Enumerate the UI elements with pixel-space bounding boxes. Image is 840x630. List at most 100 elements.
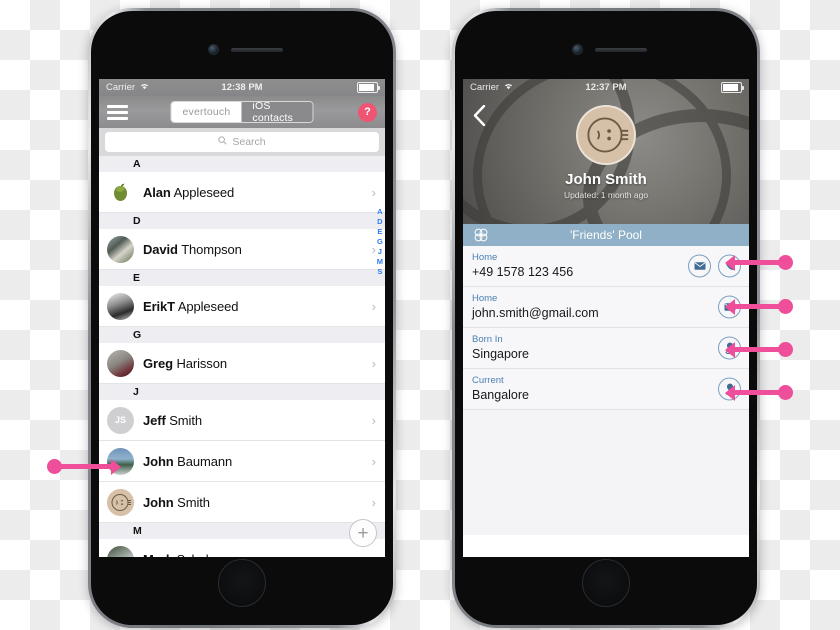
field-home-email[interactable]: Home john.smith@gmail.com [463,287,749,328]
annotation-arrow-born-in [725,341,793,358]
contact-last-name: Appleseed [177,298,239,314]
annotation-arrowhead [725,384,735,401]
section-header-g: G [99,327,385,343]
contact-row-greg-harisson[interactable]: Greg Harisson › [99,343,385,384]
contact-row-alan-appleseed[interactable]: Alan Appleseed › [99,172,385,213]
section-header-e: E [99,270,385,286]
contact-last-name: Smith [169,412,202,428]
battery-full-icon [721,82,744,93]
contact-row-mark-schulz[interactable]: Mark Schulz › [99,539,385,557]
alpha-index-m[interactable]: M [377,257,383,267]
contact-name: Mark Schulz [143,552,215,558]
help-button[interactable]: ? [358,102,377,122]
contact-first-name: ErikT [143,298,176,314]
field-value: john.smith@gmail.com [472,306,599,320]
contact-last-name: Harisson [176,355,227,371]
contact-fields: Home +49 1578 123 456 Home john.smith@gm… [463,246,749,535]
profile-updated: Updated: 1 month ago [563,190,649,200]
front-camera-icon [573,45,582,54]
chevron-right-icon: › [371,355,376,371]
contact-name: Jeff Smith [143,413,202,428]
contact-name: David Thompson [143,242,242,257]
contact-first-name: Greg [143,355,173,371]
avatar [107,292,134,320]
add-contact-button[interactable]: + [349,519,377,547]
pool-bar[interactable]: 'Friends' Pool [463,224,749,246]
annotation-dot [47,459,62,474]
home-button[interactable] [582,559,630,607]
chevron-right-icon: › [371,412,376,428]
alpha-index-s[interactable]: S [377,267,382,277]
contact-first-name: Mark [143,552,173,558]
contact-row-john-smith[interactable]: John Smith › [99,482,385,523]
battery-full-icon [357,82,380,93]
field-label: Home [472,293,498,304]
annotation-arrowhead [725,341,735,358]
clover-pool-icon [473,227,489,243]
annotation-arrow-email [725,298,793,315]
contact-row-john-baumann[interactable]: John Baumann › [99,441,385,482]
chevron-right-icon: › [371,184,376,200]
home-button[interactable] [218,559,266,607]
field-label: Born In [472,334,503,345]
annotation-dot [778,255,793,270]
search-icon [218,136,227,148]
status-bar-time: 12:38 PM [221,82,263,93]
contact-name: ErikT Appleseed [143,299,238,314]
field-born-in[interactable]: Born In Singapore [463,328,749,369]
status-bar-time: 12:37 PM [585,82,627,93]
contact-list[interactable]: A Alan Appleseed › D David Thompson › E [99,156,385,557]
field-value: Bangalore [472,388,529,402]
field-value: Singapore [472,347,529,361]
contact-first-name: Alan [143,184,171,200]
tab-evertouch[interactable]: evertouch [171,102,242,122]
phone-left-body: Carrier 12:38 PM evertouch iOS contacts [91,11,393,625]
status-bar-right-group [721,82,744,93]
contact-last-name: Appleseed [173,184,235,200]
contact-row-erikt-appleseed[interactable]: ErikT Appleseed › [99,286,385,327]
phone-right: Carrier 12:37 PM John Smith Updated: 1 m… [452,8,760,628]
status-bar-right: Carrier 12:37 PM [463,79,749,96]
contact-name: Greg Harisson [143,356,227,371]
avatar [107,178,134,206]
alpha-index-e[interactable]: E [377,227,382,237]
pool-label: 'Friends' Pool [570,228,642,242]
section-header-m: M [99,523,385,539]
contact-name: John Smith [143,495,210,510]
contact-name: John Baumann [143,454,232,469]
annotation-dot [778,299,793,314]
alpha-index-j[interactable]: J [378,247,382,257]
field-current[interactable]: Current Bangalore [463,369,749,410]
chevron-right-icon: › [372,552,376,558]
search-input[interactable]: Search [105,132,379,152]
tab-ios-contacts[interactable]: iOS contacts [241,102,313,122]
annotation-arrowhead [725,254,735,271]
phone-right-body: Carrier 12:37 PM John Smith Updated: 1 m… [455,11,757,625]
search-bar-container: Search [99,128,385,156]
alpha-index-a[interactable]: A [377,207,382,217]
annotation-arrow-contact-row [47,458,121,475]
avatar [107,349,134,377]
alpha-index-d[interactable]: D [377,217,382,227]
nav-bar-left: evertouch iOS contacts ? [99,96,385,128]
status-bar-right-group [357,82,380,93]
alphabet-index[interactable]: A D E G J M S [377,207,383,277]
section-header-d: D [99,213,385,229]
message-icon[interactable] [688,254,711,278]
contact-last-name: Schulz [176,552,215,558]
contact-first-name: John [143,453,174,469]
field-home-phone[interactable]: Home +49 1578 123 456 [463,246,749,287]
back-chevron-icon[interactable] [473,104,486,130]
hamburger-menu-icon[interactable] [107,104,128,120]
alpha-index-g[interactable]: G [377,237,383,247]
section-header-a: A [99,156,385,172]
contact-first-name: Jeff [143,412,166,428]
earpiece-speaker [595,48,647,52]
contact-name: Alan Appleseed [143,185,234,200]
contact-row-jeff-smith[interactable]: JS Jeff Smith › [99,400,385,441]
source-segmented-control[interactable]: evertouch iOS contacts [170,101,314,123]
contact-row-david-thompson[interactable]: David Thompson › [99,229,385,270]
avatar [107,235,134,263]
chevron-right-icon: › [371,241,376,257]
phone-right-screen: Carrier 12:37 PM John Smith Updated: 1 m… [463,79,749,557]
